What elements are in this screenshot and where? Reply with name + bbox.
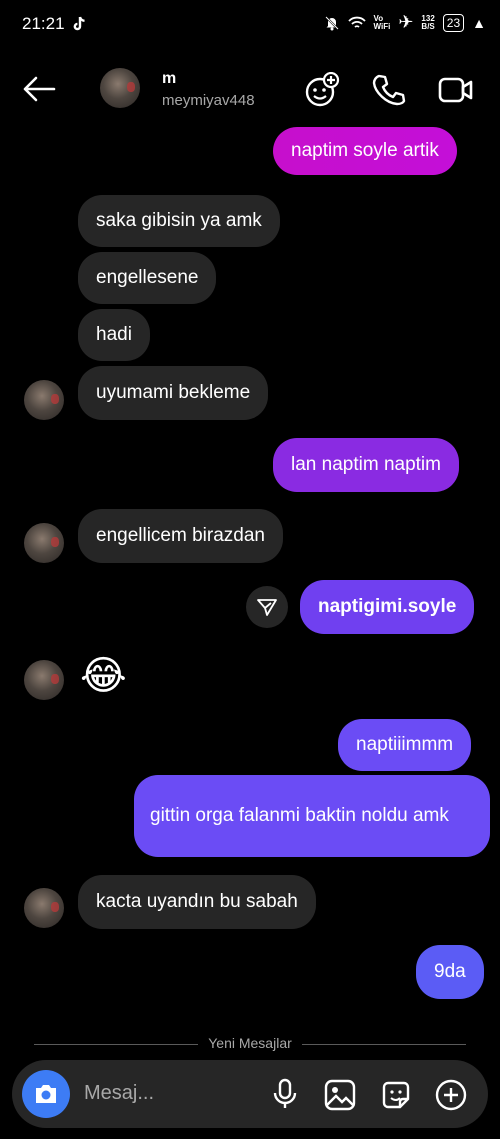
message-incoming[interactable]: kacta uyandın bu sabah — [78, 875, 316, 929]
new-messages-label: Yeni Mesajlar — [0, 1035, 500, 1051]
sender-avatar[interactable] — [24, 660, 64, 700]
video-call-icon[interactable] — [438, 76, 474, 104]
add-plus-icon[interactable] — [435, 1079, 467, 1111]
gallery-icon[interactable] — [324, 1079, 356, 1111]
status-bar: 21:21 Vo WiFi ✈ 132 B/S 23 ▲ — [0, 0, 500, 50]
sender-avatar[interactable] — [24, 380, 64, 420]
microphone-icon[interactable] — [272, 1078, 298, 1110]
message-outgoing[interactable]: naptim soyle artik — [273, 127, 457, 175]
back-arrow-icon[interactable] — [22, 76, 56, 102]
status-time: 21:21 — [22, 14, 65, 33]
battery-level: 23 — [442, 13, 465, 32]
message-outgoing-link[interactable]: naptigimi.soyle — [300, 580, 475, 634]
tiktok-icon — [73, 16, 85, 31]
message-incoming[interactable]: uyumami bekleme — [78, 366, 269, 420]
mute-bell-icon — [324, 15, 339, 30]
effects-sticker-icon[interactable] — [304, 72, 340, 108]
camera-button[interactable] — [22, 1070, 70, 1118]
message-incoming[interactable]: saka gibisin ya amk — [78, 195, 280, 247]
wifi-icon — [347, 16, 366, 28]
send-paper-plane-icon — [257, 599, 277, 616]
camera-icon — [36, 1085, 56, 1103]
message-outgoing[interactable]: lan naptim naptim — [273, 438, 459, 492]
message-outgoing[interactable]: gittin orga falanmi baktin noldu amk — [134, 775, 490, 857]
status-icons: Vo WiFi ✈ 132 B/S 23 ▲ — [324, 12, 486, 33]
network-speed: 132 B/S — [421, 13, 435, 31]
sender-avatar[interactable] — [24, 523, 64, 563]
header-avatar[interactable] — [100, 68, 140, 108]
message-incoming-emoji[interactable]: 😂 — [80, 652, 127, 700]
message-outgoing[interactable]: 9da — [416, 945, 484, 999]
message-incoming[interactable]: hadi — [78, 309, 150, 361]
share-button[interactable] — [246, 586, 288, 628]
vowifi-label: Vo WiFi — [373, 13, 391, 31]
airplane-icon: ✈ — [398, 12, 414, 32]
message-outgoing[interactable]: naptiiimmm — [338, 719, 472, 771]
message-input[interactable]: Mesaj... — [84, 1082, 154, 1105]
alert-icon: ▲ — [472, 14, 486, 31]
chat-contact-name[interactable]: m — [162, 70, 176, 88]
chat-contact-username[interactable]: meymiyav448 — [162, 92, 255, 109]
message-incoming[interactable]: engellicem birazdan — [78, 509, 283, 563]
sender-avatar[interactable] — [24, 888, 64, 928]
message-incoming[interactable]: engellesene — [78, 252, 217, 304]
phone-call-icon[interactable] — [372, 73, 406, 107]
chat-header — [0, 52, 500, 126]
sticker-icon[interactable] — [380, 1079, 412, 1111]
